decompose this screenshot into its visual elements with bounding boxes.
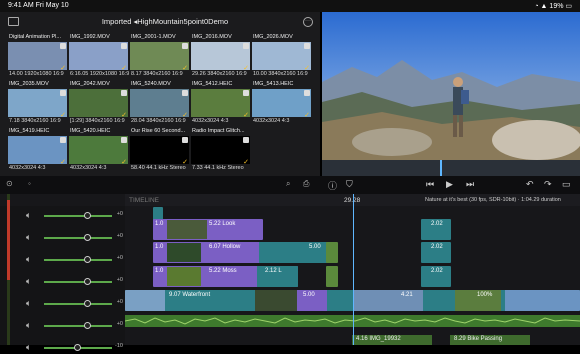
clip-teal-section: 2.12 L — [257, 266, 298, 287]
volume-fader[interactable] — [44, 344, 112, 351]
audio-clip-2[interactable]: 8.29 Bike Passing — [450, 335, 530, 345]
clip-small[interactable] — [326, 242, 338, 263]
clip-thumb — [167, 243, 201, 262]
clip-look[interactable]: 1.0 5.22 Look — [153, 219, 263, 240]
clip-thumb — [167, 267, 201, 286]
clip-label: 5.22 Moss — [209, 268, 237, 274]
clip-thumb: 4.21 — [353, 290, 423, 311]
fader-knob[interactable] — [74, 344, 81, 351]
timeline-playhead[interactable] — [353, 194, 354, 345]
clip-thumb — [505, 290, 580, 311]
clip-label: 9.07 Waterfront — [169, 292, 211, 298]
clip-purple-section: 5.00 — [297, 290, 327, 311]
clip-moss[interactable]: 1.0 5.22 Moss 2.12 L — [153, 266, 298, 287]
clip-small[interactable] — [326, 266, 338, 287]
clip-thumb: 100% — [455, 290, 501, 311]
timeline-tracks: 1.0 5.22 Look 1.0 6.07 Hollow 5.00 1.0 5… — [0, 0, 580, 345]
clip-right-3[interactable]: 2.02 — [421, 266, 451, 287]
clip-thumb — [167, 220, 207, 239]
clip-thumb — [125, 290, 165, 311]
clip-right-2[interactable]: 2.02 — [421, 242, 451, 263]
clip-hollow[interactable]: 1.0 6.07 Hollow 5.00 — [153, 242, 328, 263]
clip-label: 5.22 Look — [209, 221, 236, 227]
clip-label: 6.07 Hollow — [209, 244, 241, 250]
clip-teal-section: 5.00 — [259, 242, 328, 263]
clip-right-1[interactable]: 2.02 — [421, 219, 451, 240]
audio-clip-1[interactable]: 4.16 IMG_19932 — [352, 335, 432, 345]
clip-thumb — [255, 290, 297, 311]
